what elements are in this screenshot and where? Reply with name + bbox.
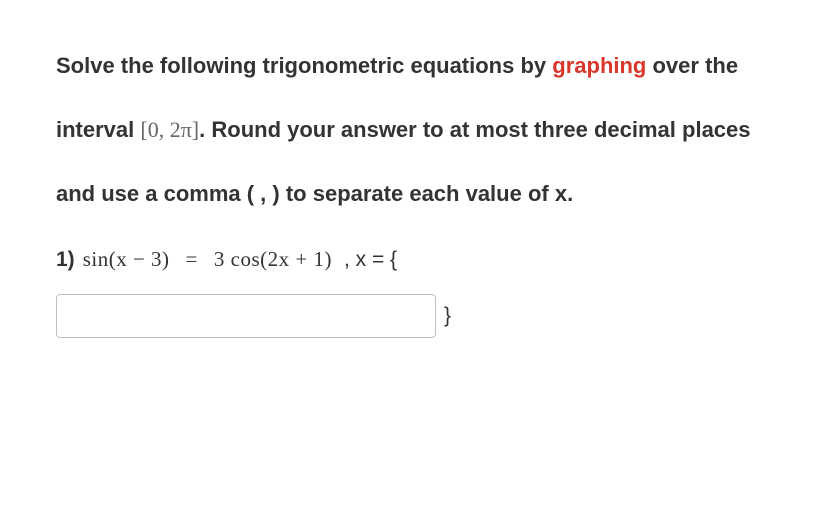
equation-suffix: , x = { <box>344 248 397 272</box>
answer-input[interactable] <box>56 294 436 338</box>
instr-interval: [0, 2π] <box>140 117 199 142</box>
instructions-text: Solve the following trigonometric equati… <box>56 34 778 225</box>
equation-lhs: sin(x − 3) <box>83 247 170 272</box>
instr-part1: Solve the following trigonometric equati… <box>56 53 552 78</box>
instr-highlight: graphing <box>552 53 646 78</box>
equation-rhs: 3 cos(2x + 1) <box>214 247 332 272</box>
question-number: 1) <box>56 248 75 272</box>
equals-sign: = <box>186 247 198 272</box>
close-brace: } <box>444 304 451 328</box>
answer-row: } <box>56 294 778 338</box>
question-row: 1) sin(x − 3) = 3 cos(2x + 1) , x = { <box>56 247 778 272</box>
